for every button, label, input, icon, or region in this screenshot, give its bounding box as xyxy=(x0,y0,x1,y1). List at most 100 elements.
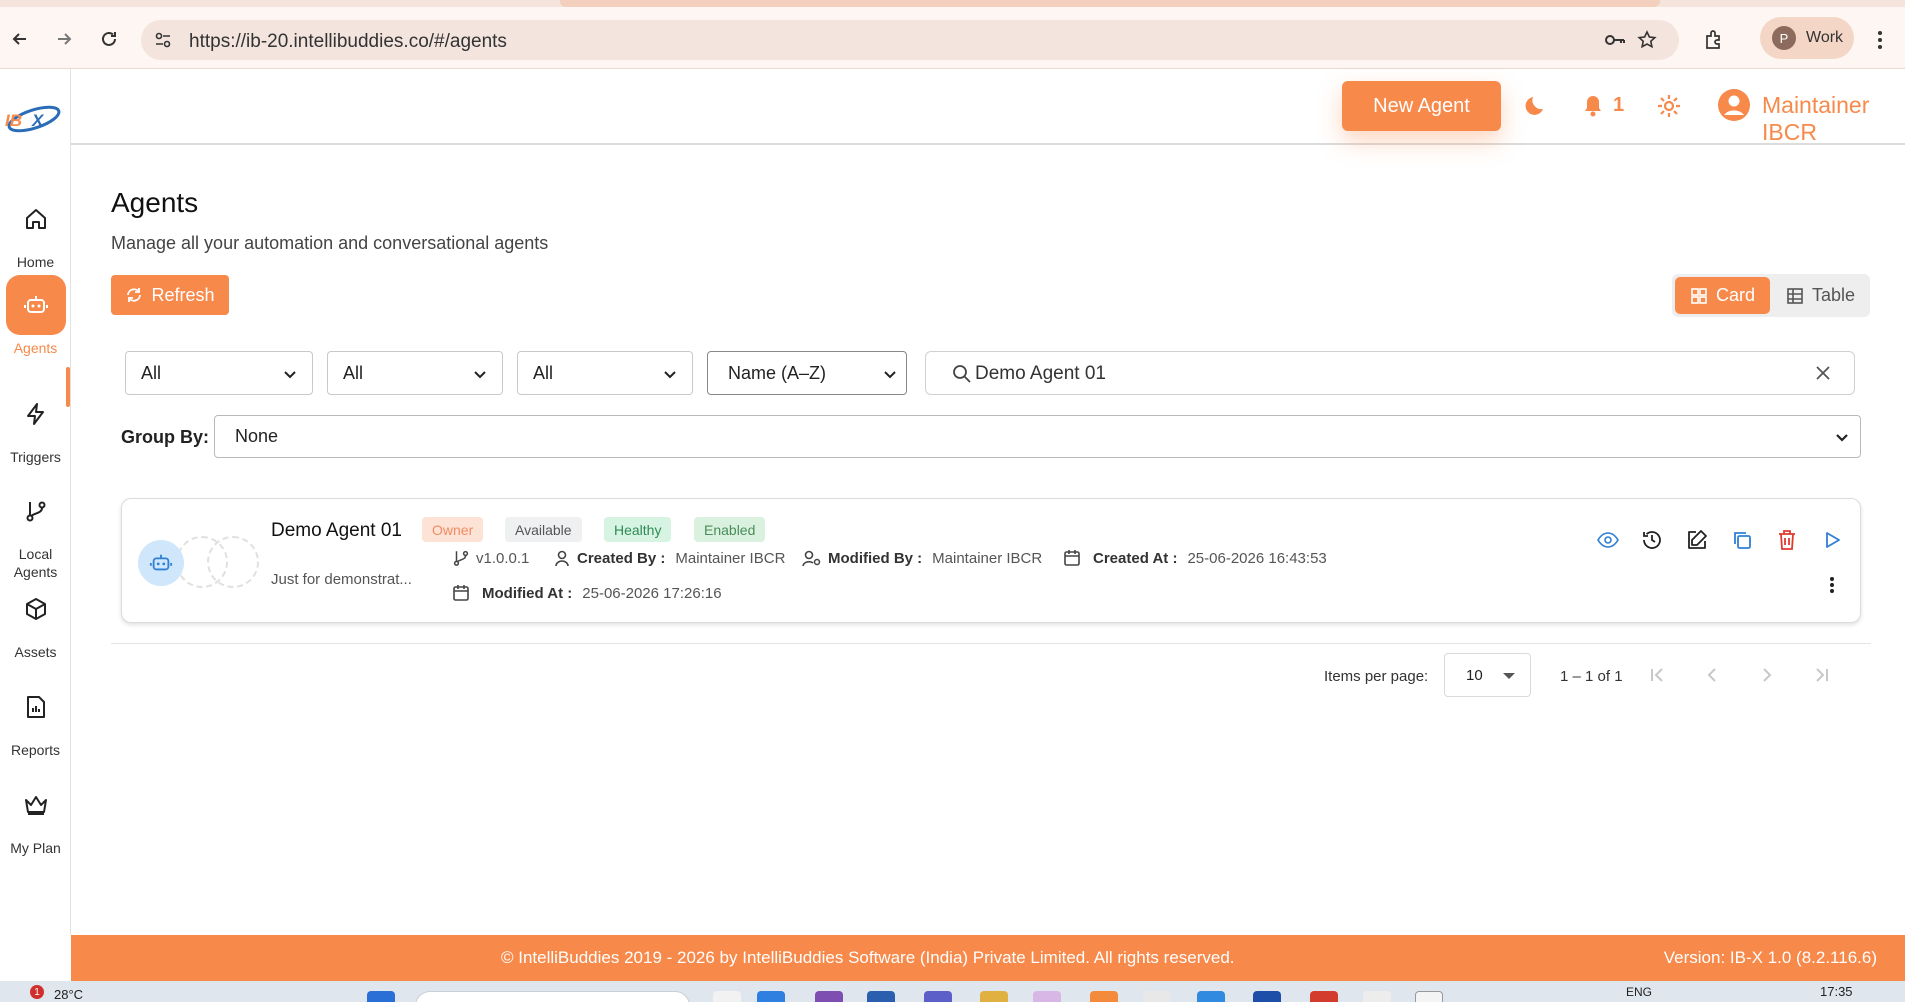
back-icon[interactable] xyxy=(6,25,34,53)
edit-icon[interactable] xyxy=(1684,527,1710,553)
sidebar-item-local-agents[interactable]: Local Agents xyxy=(0,481,71,581)
history-icon[interactable] xyxy=(1639,527,1665,553)
extensions-icon[interactable] xyxy=(1699,25,1729,55)
items-per-page-select[interactable]: 10 xyxy=(1444,653,1531,697)
previous-page-icon[interactable] xyxy=(1700,663,1724,687)
taskbar-app-icon[interactable] xyxy=(867,991,895,1002)
active-tab[interactable] xyxy=(560,0,1660,7)
browser-menu-icon[interactable] xyxy=(1870,27,1890,53)
refresh-button[interactable]: Refresh xyxy=(111,275,229,315)
taskbar-app-icon[interactable] xyxy=(815,991,843,1002)
view-eye-icon[interactable] xyxy=(1595,527,1621,553)
report-icon xyxy=(6,677,66,737)
sidebar-item-my-plan[interactable]: My Plan xyxy=(0,775,71,857)
filter-select-1[interactable]: All xyxy=(125,351,313,395)
modified-by-meta: Modified By : Maintainer IBCR xyxy=(802,549,1042,567)
run-play-icon[interactable] xyxy=(1819,527,1845,553)
taskbar-app-icon[interactable] xyxy=(1363,991,1391,1002)
sidebar-label: Triggers xyxy=(10,449,61,465)
search-field[interactable]: Demo Agent 01 xyxy=(925,351,1855,395)
taskbar-app-icon[interactable] xyxy=(1415,991,1443,1002)
language-indicator[interactable]: ENG xyxy=(1626,985,1652,999)
os-taskbar: 1 28°C ENG 17:35 xyxy=(0,981,1905,1002)
clear-icon[interactable] xyxy=(1814,364,1832,382)
app-header: New Agent 1 Maintainer IBCR xyxy=(71,69,1905,145)
created-by-value: Maintainer IBCR xyxy=(675,549,786,567)
reload-icon[interactable] xyxy=(95,25,123,53)
search-icon xyxy=(953,365,971,383)
weather-alert-badge[interactable]: 1 xyxy=(30,985,44,999)
taskbar-app-icon[interactable] xyxy=(1143,991,1171,1002)
ibx-logo[interactable]: IB X xyxy=(2,99,64,139)
sidebar-item-home[interactable]: Home xyxy=(0,189,71,271)
modified-at-label: Modified At : xyxy=(482,584,573,602)
taskbar-app-icon[interactable] xyxy=(713,991,741,1002)
taskbar-app-icon[interactable] xyxy=(1253,991,1281,1002)
clock-time[interactable]: 17:35 xyxy=(1820,984,1853,999)
chevron-down-icon xyxy=(1836,434,1848,442)
svg-text:IB: IB xyxy=(5,111,22,130)
browser-tab-strip xyxy=(0,0,1905,7)
availability-badge: Available xyxy=(505,517,582,542)
created-by-meta: Created By : Maintainer IBCR xyxy=(553,549,785,567)
created-at-value: 25-06-2026 16:43:53 xyxy=(1187,549,1327,567)
taskbar-app-icon[interactable] xyxy=(1197,991,1225,1002)
taskbar-app-icon[interactable] xyxy=(1033,991,1061,1002)
page-title: Agents xyxy=(111,187,199,218)
first-page-icon[interactable] xyxy=(1645,663,1669,687)
lightning-icon xyxy=(6,384,66,444)
taskbar-search[interactable] xyxy=(415,991,690,1002)
group-by-select[interactable]: None xyxy=(214,415,1861,458)
sidebar-item-reports[interactable]: Reports xyxy=(0,677,71,759)
taskbar-app-icon[interactable] xyxy=(1090,991,1118,1002)
agent-card[interactable]: Demo Agent 01 Owner Available Healthy En… xyxy=(121,498,1861,623)
site-info-icon[interactable] xyxy=(151,28,175,52)
owner-badge: Owner xyxy=(422,517,484,542)
items-per-page-label: Items per page: xyxy=(1324,668,1429,685)
card-view-button[interactable]: Card xyxy=(1675,277,1770,314)
windows-start-icon[interactable] xyxy=(367,991,395,1002)
search-input[interactable]: Demo Agent 01 xyxy=(975,363,1106,385)
group-by-value: None xyxy=(235,426,279,446)
notification-bell-icon[interactable] xyxy=(1578,91,1608,121)
created-at-label: Created At : xyxy=(1093,549,1178,567)
more-options-icon[interactable] xyxy=(1819,572,1845,598)
modified-at-value: 25-06-2026 17:26:16 xyxy=(582,584,722,602)
cube-icon xyxy=(6,579,66,639)
sidebar-item-triggers[interactable]: Triggers xyxy=(0,384,71,466)
next-page-icon[interactable] xyxy=(1755,663,1779,687)
table-view-button[interactable]: Table xyxy=(1774,277,1867,314)
settings-gear-icon[interactable] xyxy=(1654,91,1684,121)
group-by-label: Group By: xyxy=(121,427,209,447)
user-name[interactable]: Maintainer IBCR xyxy=(1762,92,1905,146)
home-icon xyxy=(6,189,66,249)
sidebar: IB X Home Agents Triggers Local Agents A… xyxy=(0,69,71,935)
filter-select-2[interactable]: All xyxy=(327,351,503,395)
divider xyxy=(111,643,1871,644)
dark-mode-moon-icon[interactable] xyxy=(1521,91,1551,121)
health-badge: Healthy xyxy=(604,517,672,542)
bookmark-star-icon[interactable] xyxy=(1635,28,1659,52)
agent-name[interactable]: Demo Agent 01 xyxy=(271,520,402,542)
sort-select[interactable]: Name (A–Z) xyxy=(707,351,907,395)
taskbar-app-icon[interactable] xyxy=(980,991,1008,1002)
new-agent-button[interactable]: New Agent xyxy=(1342,81,1501,131)
weather-temperature[interactable]: 28°C xyxy=(54,987,83,1002)
delete-trash-icon[interactable] xyxy=(1774,527,1800,553)
address-bar[interactable]: https://ib-20.intellibuddies.co/#/agents xyxy=(141,20,1679,60)
sidebar-item-assets[interactable]: Assets xyxy=(0,579,71,661)
taskbar-app-icon[interactable] xyxy=(924,991,952,1002)
filter-select-3[interactable]: All xyxy=(517,351,693,395)
taskbar-app-icon[interactable] xyxy=(1310,991,1338,1002)
last-page-icon[interactable] xyxy=(1810,663,1834,687)
version-text: Version: IB-X 1.0 (8.2.116.6) xyxy=(1663,948,1877,967)
user-avatar-icon[interactable] xyxy=(1716,87,1752,123)
forward-icon[interactable] xyxy=(50,25,78,53)
password-key-icon[interactable] xyxy=(1603,28,1627,52)
view-toggle: Card Table xyxy=(1672,274,1870,317)
browser-profile-button[interactable]: P Work xyxy=(1760,17,1854,59)
sidebar-item-agents[interactable]: Agents xyxy=(0,275,71,357)
taskbar-app-icon[interactable] xyxy=(757,991,785,1002)
notification-count[interactable]: 1 xyxy=(1613,94,1624,117)
copy-icon[interactable] xyxy=(1729,527,1755,553)
